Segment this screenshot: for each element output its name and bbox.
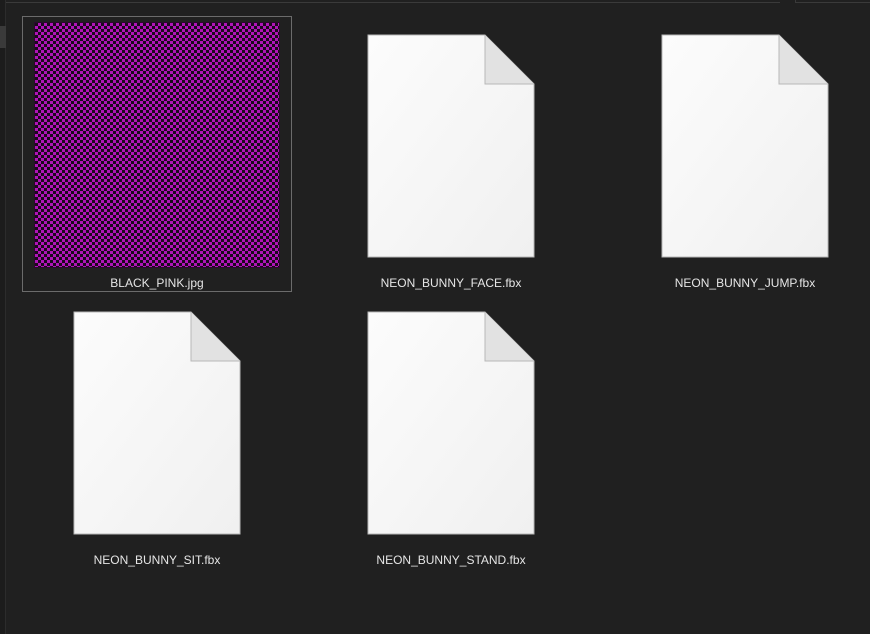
file-name-label: NEON_BUNNY_FACE.fbx bbox=[380, 276, 522, 290]
blank-file-icon bbox=[367, 34, 535, 258]
image-thumbnail bbox=[35, 23, 279, 267]
file-tile-neon-bunny-stand[interactable]: NEON_BUNNY_STAND.fbx bbox=[316, 293, 586, 569]
file-name-label: NEON_BUNNY_STAND.fbx bbox=[376, 553, 526, 567]
file-explorer-window: BLACK_PINK.jpg NEON_BUNNY_FACE.fbx NEON_… bbox=[0, 0, 870, 634]
file-tile-neon-bunny-face[interactable]: NEON_BUNNY_FACE.fbx bbox=[316, 16, 586, 292]
file-name-label: NEON_BUNNY_JUMP.fbx bbox=[674, 276, 816, 290]
file-tile-neon-bunny-jump[interactable]: NEON_BUNNY_JUMP.fbx bbox=[610, 16, 870, 292]
blank-file-icon bbox=[661, 34, 829, 258]
file-tile-black-pink[interactable]: BLACK_PINK.jpg bbox=[22, 16, 292, 292]
blank-file-icon bbox=[73, 311, 241, 535]
file-grid: BLACK_PINK.jpg NEON_BUNNY_FACE.fbx NEON_… bbox=[0, 0, 870, 634]
file-name-label: BLACK_PINK.jpg bbox=[110, 276, 204, 290]
file-tile-neon-bunny-sit[interactable]: NEON_BUNNY_SIT.fbx bbox=[22, 293, 292, 569]
blank-file-icon bbox=[367, 311, 535, 535]
file-name-label: NEON_BUNNY_SIT.fbx bbox=[93, 553, 221, 567]
